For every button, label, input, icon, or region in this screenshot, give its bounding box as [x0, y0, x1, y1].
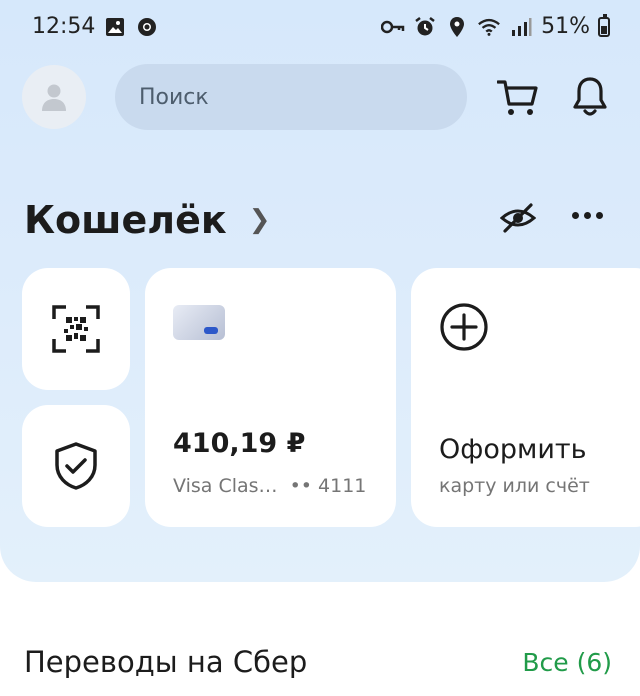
- card-chip: [204, 327, 218, 334]
- alarm-icon: [413, 15, 437, 39]
- battery-icon: [598, 13, 610, 37]
- card-balance: 410,19 ₽: [173, 428, 306, 459]
- cart-icon[interactable]: [497, 78, 539, 118]
- wallet-heading[interactable]: Кошелёк ❯: [24, 198, 271, 242]
- open-product-subtitle: карту или счёт: [439, 475, 590, 497]
- open-product-title: Оформить: [439, 434, 587, 465]
- more-dot: [584, 212, 591, 219]
- key-icon: [381, 15, 405, 39]
- search-bar[interactable]: [115, 64, 467, 130]
- wallet-title: Кошелёк: [24, 198, 227, 242]
- visa-card-tile[interactable]: 410,19 ₽ Visa Clas… •• 4111: [145, 268, 396, 527]
- more-dot: [596, 212, 603, 219]
- status-right: 51%: [381, 13, 610, 39]
- signal-icon: [509, 15, 533, 39]
- qr-scan-tile[interactable]: [22, 268, 130, 390]
- location-icon: [445, 15, 469, 39]
- shield-check-icon: [55, 442, 97, 490]
- qr-scan-icon: [52, 305, 100, 353]
- status-time: 12:54: [32, 14, 96, 39]
- profile-avatar[interactable]: [22, 65, 86, 129]
- status-left: 12:54: [32, 14, 159, 39]
- user-icon: [42, 84, 66, 111]
- open-product-tile[interactable]: Оформить карту или счёт: [411, 268, 640, 527]
- transfers-section-title: Переводы на Сбер: [24, 645, 308, 679]
- search-input[interactable]: [137, 83, 441, 111]
- plus-circle-icon: [440, 303, 488, 351]
- notifications-bell-icon[interactable]: [572, 76, 608, 118]
- card-thumbnail: [173, 305, 225, 340]
- card-number: •• 4111: [289, 475, 367, 497]
- card-details: Visa Clas… •• 4111: [173, 475, 366, 497]
- more-options-icon[interactable]: [572, 212, 603, 219]
- battery-percent: 51%: [541, 14, 590, 39]
- hide-balance-eye-icon[interactable]: [500, 202, 536, 234]
- security-tile[interactable]: [22, 405, 130, 527]
- card-name: Visa Clas…: [173, 475, 278, 497]
- transfers-all-link[interactable]: Все (6): [522, 648, 612, 677]
- wifi-icon: [477, 15, 501, 39]
- chrome-icon: [135, 15, 159, 39]
- gallery-icon: [103, 15, 127, 39]
- chevron-right-icon: ❯: [248, 205, 271, 235]
- more-dot: [572, 212, 579, 219]
- status-bar: 12:54 51%: [0, 0, 640, 58]
